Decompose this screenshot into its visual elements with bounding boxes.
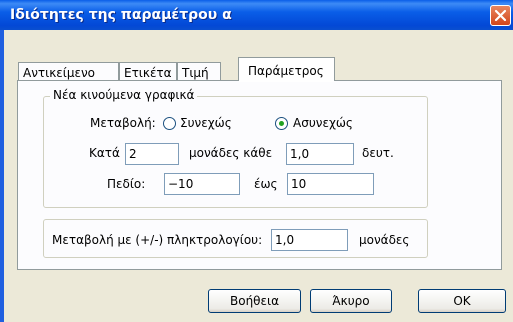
range-label: Πεδίο:	[107, 177, 146, 191]
change-label: Μεταβολή:	[90, 116, 156, 130]
active-tab-joiner	[239, 79, 334, 82]
tab-value-label: Τιμή	[182, 66, 209, 80]
tab-parameter-label: Παράμετρος	[248, 64, 324, 78]
title-bar: Ιδιότητες της παραμέτρου α	[0, 0, 513, 30]
discrete-radio[interactable]	[275, 117, 288, 130]
window-frame-left	[0, 30, 4, 322]
close-icon	[494, 9, 507, 22]
window-title: Ιδιότητες της παραμέτρου α	[10, 7, 232, 23]
seconds-label: δευτ.	[362, 146, 394, 160]
units-every-label: μονάδες κάθε	[189, 146, 273, 160]
tab-object-label: Αντικείμενο	[23, 66, 95, 80]
step-input[interactable]: 2	[125, 143, 179, 165]
continuous-label[interactable]: Συνεχώς	[180, 116, 232, 130]
cancel-button[interactable]: Άκυρο	[310, 289, 392, 313]
close-button[interactable]	[490, 5, 511, 26]
discrete-label[interactable]: Ασυνεχώς	[293, 116, 353, 130]
tab-object[interactable]: Αντικείμενο	[18, 62, 119, 82]
tab-label[interactable]: Ετικέτα	[119, 62, 177, 82]
tab-value[interactable]: Τιμή	[177, 62, 221, 82]
tab-label-label: Ετικέτα	[124, 66, 172, 80]
to-label: έως	[254, 177, 278, 191]
interval-input[interactable]: 1,0	[286, 143, 354, 165]
ok-button[interactable]: OK	[418, 289, 506, 313]
keyboard-step-label: Μεταβολή με (+/-) πληκτρολογίου:	[52, 233, 263, 247]
range-from-input[interactable]: −10	[164, 173, 240, 195]
continuous-radio[interactable]	[163, 117, 176, 130]
by-label: Κατά	[89, 146, 120, 160]
radio-selected-dot	[279, 121, 284, 126]
animation-group-legend: Νέα κινούμενα γραφικά	[50, 88, 198, 102]
tab-parameter[interactable]: Παράμετρος	[238, 57, 335, 81]
help-button[interactable]: Βοήθεια	[208, 289, 301, 313]
range-to-input[interactable]: 10	[287, 173, 374, 195]
keyboard-units-label: μονάδες	[359, 233, 410, 247]
keyboard-step-input[interactable]: 1,0	[271, 229, 348, 251]
